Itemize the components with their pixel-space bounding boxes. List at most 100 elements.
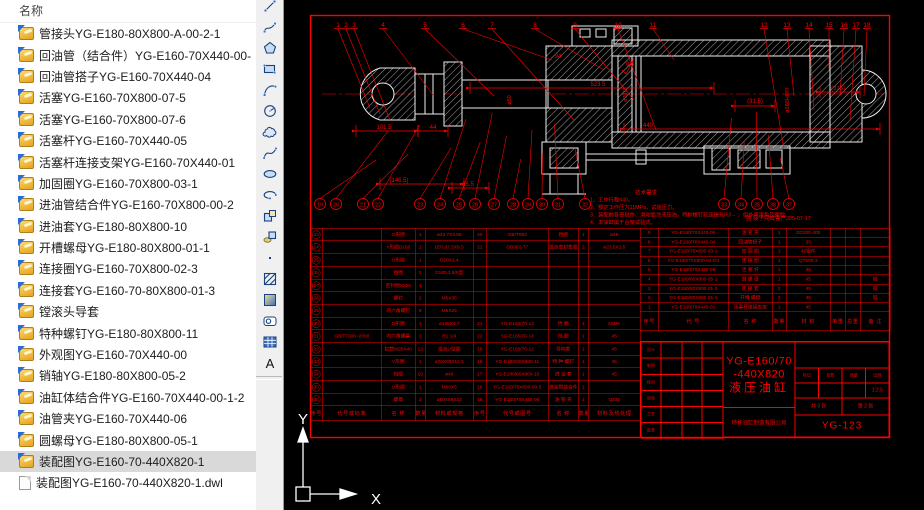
balloon-number: 2: [344, 22, 348, 29]
drawing-canvas[interactable]: 1234567891011121314151617181920212223242…: [284, 0, 924, 510]
file-list: 管接头YG-E180-80X800-A-00-2-1回油管（结合件）YG-E16…: [0, 23, 256, 494]
file-list-header-name[interactable]: 名称: [0, 0, 256, 23]
tool-circle-button[interactable]: [258, 100, 282, 121]
bom-header-cell: 代号或图号: [487, 406, 549, 421]
file-item[interactable]: 特种螺钉YG-E180-80X800-11: [0, 322, 256, 343]
bom-cell: YG-E180/80X800-01-2: [659, 284, 729, 293]
file-item[interactable]: 油缸体结合件YG-E160-70X440-00-1-2: [0, 387, 256, 408]
bom-cell: [861, 256, 891, 265]
balloon-number: 27: [491, 203, 497, 209]
file-item[interactable]: 连接圈YG-E160-70X800-02-3: [0, 258, 256, 279]
bom-cell: 1: [641, 302, 659, 311]
dwg-file-icon: [19, 134, 34, 147]
sheet-count: 共 3 张: [795, 398, 842, 415]
tool-ellipse-button[interactable]: [258, 163, 282, 184]
file-item[interactable]: 进油管结合件YG-E160-70X800-00-2: [0, 194, 256, 215]
file-item[interactable]: 进油套YG-E180-80X800-10: [0, 216, 256, 237]
file-item[interactable]: 开槽螺母YG-E180-80X800-01-1: [0, 237, 256, 258]
bom-cell: [846, 247, 861, 256]
bom-cell: [846, 284, 861, 293]
tool-line-button[interactable]: [258, 0, 282, 16]
tool-region-button[interactable]: [258, 310, 282, 331]
bom-cell: YG-E160/70-14: [487, 330, 549, 343]
file-item-label: 销轴YG-E180-80X800-05-2: [39, 367, 186, 384]
file-item[interactable]: 装配图YG-E160-70-440X820-1: [0, 451, 256, 472]
file-item[interactable]: 装配图YG-E160-70-440X820-1.dwl: [0, 472, 256, 493]
bom-cell: 1: [416, 253, 426, 266]
bom-cell: ø70X89X12.5: [426, 355, 474, 368]
bom-cell: 锻: [861, 293, 891, 302]
bom-header-cell: 备 注: [861, 312, 891, 331]
dim-text: 65.5: [462, 182, 474, 188]
bom-cell: 30: [311, 317, 323, 330]
file-item[interactable]: 活塞YG-E160-70X800-07-5: [0, 87, 256, 108]
file-item[interactable]: 销轴YG-E180-80X800-05-2: [0, 365, 256, 386]
bom-cell: 33: [311, 355, 323, 368]
bom-cell: GB982-77: [487, 241, 549, 254]
file-item[interactable]: 加固圈YG-E160-70X800-03-1: [0, 173, 256, 194]
tool-spline-button[interactable]: [258, 142, 282, 163]
dwg-file-icon: [19, 284, 34, 297]
file-item[interactable]: 回油管搭子YG-E160-70X440-04: [0, 66, 256, 87]
balloon-number: 28: [510, 203, 516, 209]
bom-cell: R1 1/4: [426, 330, 474, 343]
file-item[interactable]: 管接头YG-E180-80X800-A-00-2-1: [0, 23, 256, 44]
bom-cell: [323, 393, 382, 406]
dwg-file-icon: [19, 369, 34, 382]
sheet-number: 第 2 张: [842, 398, 889, 415]
bom-cell: (ZFU)7.5X9.5: [426, 241, 474, 254]
bom-cell: [323, 279, 382, 292]
tool-table-button[interactable]: [258, 331, 282, 352]
tool-rectangle-button[interactable]: [258, 58, 282, 79]
bom-cell: [579, 304, 589, 317]
tool-mtext-button[interactable]: A: [258, 352, 282, 373]
file-item[interactable]: 镗滚头导套: [0, 301, 256, 322]
balloon-number: 1: [336, 22, 340, 29]
bom-cell: [589, 253, 641, 266]
file-item[interactable]: 活塞YG-E160-70X800-07-6: [0, 109, 256, 130]
bom-cell: 1: [416, 330, 426, 343]
file-item-label: 镗滚头导套: [39, 303, 99, 320]
bom-cell: 油 管 夹: [549, 393, 579, 406]
tool-gradient-button[interactable]: [258, 289, 282, 310]
file-item[interactable]: 回油管（结合件）YG-E160-70X440-00-: [0, 44, 256, 65]
bom-cell: M60X5: [426, 380, 474, 393]
bom-cell: 2: [416, 266, 426, 279]
bom-cell: 26: [311, 266, 323, 279]
dwg-file-icon: [19, 70, 34, 83]
table-icon: [262, 334, 278, 350]
dim-text: 101.5: [376, 125, 392, 131]
file-item[interactable]: 连接套YG-E160-70-80X800-01-3: [0, 280, 256, 301]
file-item[interactable]: 外观图YG-E160-70X440-00: [0, 344, 256, 365]
bom-cell: 27: [311, 279, 323, 292]
sign-cell: 制图: [641, 358, 661, 374]
file-item[interactable]: 活塞杆连接支架YG-E160-70X440-01: [0, 151, 256, 172]
tool-polyline-button[interactable]: [258, 16, 282, 37]
tool-point-button[interactable]: [258, 247, 282, 268]
file-item-label: 进油套YG-E180-80X800-10: [39, 218, 187, 235]
file-item[interactable]: 圆螺母YG-E180-80X800-05-1: [0, 429, 256, 450]
bom-cell: 2: [416, 393, 426, 406]
tool-make-block-button[interactable]: [258, 226, 282, 247]
file-item[interactable]: 活塞杆YG-E160-70X440-05: [0, 130, 256, 151]
tool-insert-block-button[interactable]: [258, 205, 282, 226]
sign-cell: [682, 374, 702, 390]
tool-ellipse-arc-button[interactable]: [258, 184, 282, 205]
bom-cell: [861, 247, 891, 256]
tool-arc-button[interactable]: [258, 79, 282, 100]
tool-revcloud-button[interactable]: [258, 121, 282, 142]
bom-cell: 45锻件: [787, 247, 831, 256]
bom-cell: 1: [773, 247, 787, 256]
bom-cell: GB/T893: [487, 228, 549, 241]
insert-block-icon: [262, 208, 278, 224]
bom-cell: 1: [579, 380, 589, 393]
ellipse-icon: [262, 166, 278, 182]
tool-polygon-button[interactable]: [258, 37, 282, 58]
bom-cell: [846, 256, 861, 265]
tool-hatch-button[interactable]: [258, 268, 282, 289]
file-item-label: 加固圈YG-E160-70X800-03-1: [39, 175, 198, 192]
bom-cell: 1: [579, 355, 589, 368]
bom-cell: ø136X5.7: [426, 317, 474, 330]
sign-cell: [661, 374, 682, 390]
file-item[interactable]: 油管夹YG-E160-70X440-06: [0, 408, 256, 429]
